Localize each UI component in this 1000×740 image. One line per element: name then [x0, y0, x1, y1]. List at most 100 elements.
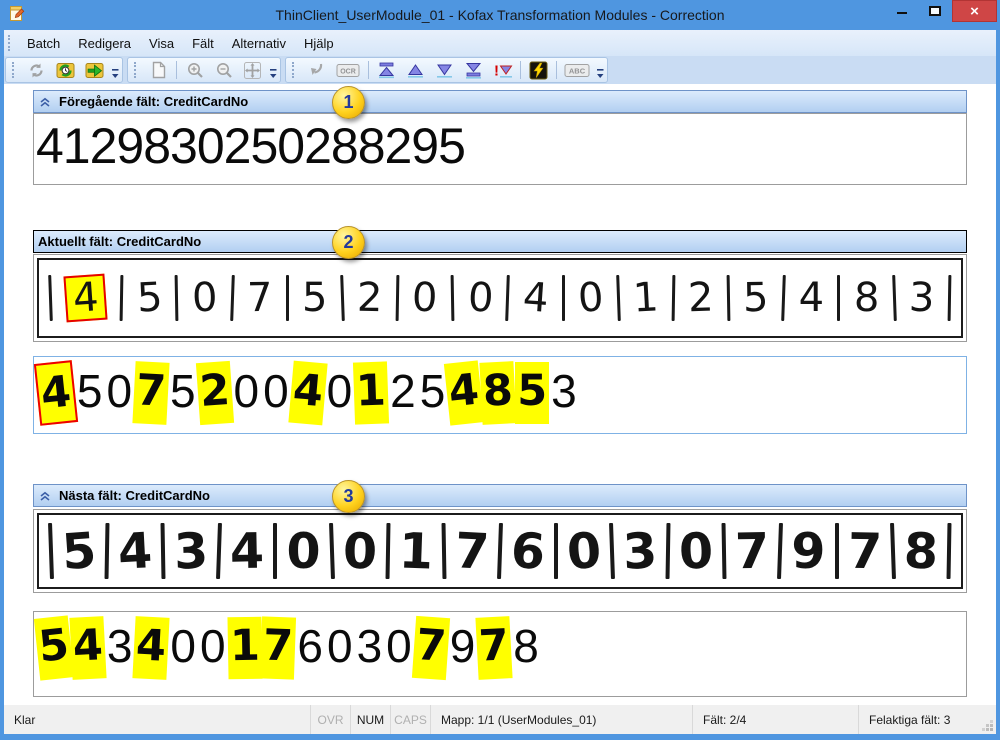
next-field-snippet: 5434001760307978	[39, 515, 961, 587]
comb-separator-bar	[497, 523, 503, 579]
field-char: 6	[295, 617, 325, 679]
first-field-icon[interactable]	[373, 58, 400, 82]
snippet-digit: 7	[247, 278, 273, 318]
resize-grip[interactable]	[981, 719, 993, 731]
field-char: 0	[168, 617, 198, 679]
next-field-panel-header[interactable]: Nästa fält: CreditCardNo	[33, 484, 967, 507]
comb-separator-bar	[216, 523, 222, 579]
toolbar-separator	[520, 61, 521, 79]
suspend-batch-icon[interactable]	[52, 58, 79, 82]
menu-items: BatchRedigeraVisaFältAlternativHjälp	[18, 32, 343, 55]
comb-separator-bar	[890, 523, 896, 579]
menu-item-redigera[interactable]: Redigera	[69, 32, 140, 55]
field-char: 7	[476, 616, 513, 680]
ovr-indicator: OVR	[310, 705, 350, 734]
field-char: 5	[515, 362, 549, 424]
snippet-digit: 0	[191, 278, 218, 319]
panel-title: Föregående fält: CreditCardNo	[59, 94, 248, 109]
toolbar-group-batch	[5, 57, 123, 83]
app-window: ThinClient_UserModule_01 - Kofax Transfo…	[0, 0, 1000, 740]
snippet-digit: 4	[521, 277, 549, 319]
toolbar-drag-handle-icon[interactable]	[134, 62, 139, 78]
toolbar-groups: OCR! ABC	[5, 57, 608, 83]
menu-item-flt[interactable]: Fält	[183, 32, 223, 55]
menu-item-hjlp[interactable]: Hjälp	[295, 32, 343, 55]
snippet-digit: 3	[908, 278, 935, 319]
previous-field-icon[interactable]	[402, 58, 429, 82]
current-field-snippet: 4507520040125483	[39, 260, 961, 336]
close-button[interactable]: ×	[952, 0, 997, 22]
toolbar-overflow-chevron-icon[interactable]	[111, 59, 120, 81]
comb-separator-bar	[616, 275, 621, 321]
snippet-digit: 2	[357, 278, 383, 318]
spell-check-icon: ABC	[561, 58, 593, 82]
current-field-panel-header[interactable]: Aktuellt fält: CreditCardNo	[33, 230, 967, 253]
field-char: 1	[353, 361, 389, 424]
field-char: 0	[198, 617, 228, 679]
snippet-digit: 4	[799, 278, 824, 318]
toolbar-drag-handle-icon[interactable]	[12, 62, 17, 78]
comb-separator-bar	[273, 523, 277, 579]
svg-text:OCR: OCR	[340, 68, 356, 75]
title-bar: ThinClient_UserModule_01 - Kofax Transfo…	[0, 0, 1000, 30]
status-message: Klar	[4, 705, 310, 734]
num-lock-indicator: NUM	[350, 705, 390, 734]
menu-drag-handle-icon[interactable]	[8, 35, 13, 51]
zoom-out-icon	[210, 58, 237, 82]
snippet-digit: 9	[791, 527, 825, 576]
toolbar-drag-handle-icon[interactable]	[292, 62, 297, 78]
toolbar-separator	[556, 61, 557, 79]
menu-item-batch[interactable]: Batch	[18, 32, 69, 55]
field-char: 0	[384, 617, 414, 679]
ocr-icon: OCR	[332, 58, 364, 82]
next-field-icon[interactable]	[431, 58, 458, 82]
collapse-chevron-icon[interactable]	[39, 490, 51, 502]
force-validation-icon[interactable]	[525, 58, 552, 82]
next-field-snippet-box: 5434001760307978	[33, 509, 967, 593]
field-char: 4	[34, 360, 78, 426]
comb-separator-bar	[777, 523, 783, 579]
previous-field-value-box: 4129830250288295	[33, 113, 967, 185]
page-icon	[145, 58, 172, 82]
folder-status: Mapp: 1/1 (UserModules_01)	[430, 705, 692, 734]
field-status: Fält: 2/4	[692, 705, 858, 734]
menu-item-alternativ[interactable]: Alternativ	[223, 32, 295, 55]
previous-field-panel-header[interactable]: Föregående fält: CreditCardNo	[33, 90, 967, 113]
window-title: ThinClient_UserModule_01 - Kofax Transfo…	[0, 7, 1000, 23]
field-char: 5	[34, 615, 74, 680]
last-field-icon[interactable]	[460, 58, 487, 82]
close-batch-icon[interactable]	[81, 58, 108, 82]
field-char: 0	[325, 362, 355, 424]
current-field-input[interactable]: 45075200401254853	[33, 356, 967, 434]
field-char: 9	[448, 617, 478, 679]
comb-separator-bar	[396, 275, 400, 321]
minimize-button[interactable]	[886, 0, 918, 22]
field-char: 0	[325, 617, 355, 679]
comb-separator-bar	[385, 523, 390, 579]
next-invalid-field-icon[interactable]: !	[489, 58, 516, 82]
toolbar-group-view	[127, 57, 281, 83]
field-char: 7	[133, 361, 170, 425]
toolbar-overflow-chevron-icon[interactable]	[596, 59, 605, 81]
collapse-chevron-icon[interactable]	[39, 96, 51, 108]
comb-separator-bar	[666, 523, 671, 579]
comb-separator-bar	[329, 523, 335, 579]
maximize-button[interactable]	[918, 0, 952, 22]
comb-separator-bar	[609, 523, 615, 579]
field-char: 3	[355, 617, 385, 679]
comb-separator-bar	[48, 275, 53, 321]
next-field-value-box: 5434001760307978	[33, 611, 967, 697]
snippet-digit: 7	[847, 526, 882, 576]
comb-separator-bar	[451, 275, 455, 321]
toolbar-group-field-nav: OCR! ABC	[285, 57, 608, 83]
comb-separator-bar	[120, 275, 124, 321]
callout-3-badge: 3	[332, 480, 365, 513]
comb-separator-bar	[947, 275, 951, 321]
comb-separator-bar	[892, 275, 897, 321]
toolbar-overflow-chevron-icon[interactable]	[269, 59, 278, 81]
zoom-in-icon	[181, 58, 208, 82]
comb-separator-bar	[230, 275, 235, 321]
menu-item-visa[interactable]: Visa	[140, 32, 183, 55]
field-char: 5	[75, 362, 105, 424]
field-char: 5	[168, 362, 198, 424]
